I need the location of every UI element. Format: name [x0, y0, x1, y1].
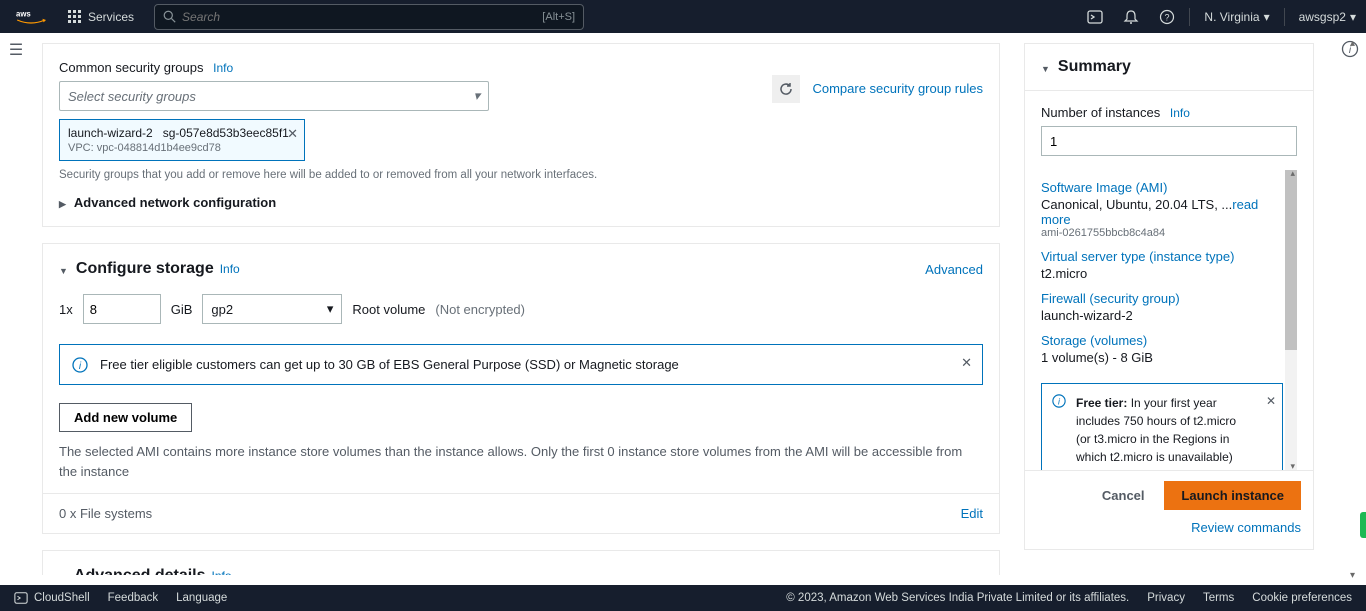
- search-box[interactable]: [Alt+S]: [154, 4, 584, 30]
- advanced-details-title: Advanced details: [74, 567, 206, 575]
- storage-title: Configure storage: [76, 260, 214, 278]
- common-sg-label: Common security groups Info: [59, 60, 983, 75]
- network-panel: Common security groups Info Select secur…: [42, 43, 1000, 227]
- ami-value: Canonical, Ubuntu, 20.04 LTS, ...: [1041, 197, 1232, 212]
- sg-chip: launch-wizard-2 sg-057e8d53b3eec85f1 VPC…: [59, 119, 305, 161]
- caret-right-icon[interactable]: [59, 568, 66, 575]
- caret-right-icon: [59, 195, 66, 210]
- info-icon: i: [1052, 394, 1066, 408]
- ami-label[interactable]: Software Image (AMI): [1041, 180, 1283, 195]
- cookie-link[interactable]: Cookie preferences: [1252, 592, 1352, 604]
- svg-text:i: i: [1058, 397, 1061, 407]
- terms-link[interactable]: Terms: [1203, 592, 1234, 604]
- chevron-down-icon: ▾: [473, 88, 480, 104]
- storage-label[interactable]: Storage (volumes): [1041, 333, 1283, 348]
- info-icon: i: [72, 357, 88, 373]
- search-input[interactable]: [182, 10, 542, 24]
- encrypt-label: (Not encrypted): [435, 302, 525, 317]
- instance-type-label[interactable]: Virtual server type (instance type): [1041, 249, 1283, 264]
- review-commands-link[interactable]: Review commands: [1037, 520, 1301, 535]
- copyright: © 2023, Amazon Web Services India Privat…: [786, 592, 1129, 604]
- file-systems-label: 0 x File systems: [59, 506, 152, 521]
- cancel-button[interactable]: Cancel: [1102, 488, 1145, 503]
- storage-note: The selected AMI contains more instance …: [43, 442, 999, 493]
- summary-scrollbar[interactable]: ▴ ▾: [1285, 170, 1297, 470]
- region-select[interactable]: N. Virginia▾: [1194, 10, 1279, 24]
- summary-title: Summary: [1058, 58, 1131, 76]
- svg-text:aws: aws: [16, 9, 31, 18]
- num-instances-info[interactable]: Info: [1170, 106, 1190, 120]
- sg-helper-text: Security groups that you add or remove h…: [59, 169, 983, 181]
- num-instances-label: Number of instances: [1041, 105, 1160, 120]
- ami-id: ami-0261755bbcb8c4a84: [1041, 227, 1283, 239]
- feedback-link[interactable]: Feedback: [108, 592, 159, 604]
- freetier-close[interactable]: ✕: [1266, 392, 1276, 410]
- sg-chip-name: launch-wizard-2: [68, 126, 153, 140]
- caret-down-icon[interactable]: [59, 261, 68, 277]
- notifications-icon[interactable]: [1113, 9, 1149, 25]
- storage-value: 1 volume(s) - 8 GiB: [1041, 350, 1283, 365]
- firewall-value: launch-wizard-2: [1041, 308, 1283, 323]
- root-volume-label: Root volume: [352, 302, 425, 317]
- account-menu[interactable]: awsgsp2▾: [1289, 10, 1366, 24]
- scroll-down-icon: ▾: [1290, 461, 1295, 470]
- side-panel-toggle[interactable]: ☰: [0, 40, 32, 60]
- refresh-button[interactable]: [772, 75, 800, 103]
- feedback-tab[interactable]: [1360, 512, 1366, 538]
- privacy-link[interactable]: Privacy: [1147, 592, 1185, 604]
- help-icon[interactable]: ?: [1149, 9, 1185, 25]
- storage-qty: 1x: [59, 302, 73, 317]
- sg-chip-id: sg-057e8d53b3eec85f1: [163, 126, 289, 140]
- svg-text:?: ?: [1165, 12, 1170, 22]
- instance-type-value: t2.micro: [1041, 266, 1283, 281]
- svg-text:i: i: [79, 361, 82, 372]
- search-icon: [163, 10, 176, 23]
- sg-select[interactable]: Select security groups ▾: [59, 81, 489, 111]
- footer-bar: CloudShell Feedback Language © 2023, Ama…: [0, 585, 1366, 611]
- summary-panel: Summary Number of instances Info ▴ ▾ Sof…: [1024, 43, 1314, 550]
- caret-down-icon[interactable]: [1041, 59, 1050, 75]
- scroll-up-icon: ▴: [1350, 38, 1355, 49]
- services-button[interactable]: Services: [58, 0, 144, 33]
- advanced-network-toggle[interactable]: Advanced network configuration: [59, 195, 983, 210]
- file-systems-edit[interactable]: Edit: [961, 506, 983, 521]
- launch-instance-button[interactable]: Launch instance: [1164, 481, 1301, 510]
- grid-icon: [68, 10, 82, 24]
- search-shortcut: [Alt+S]: [542, 11, 575, 23]
- alert-close-button[interactable]: ✕: [961, 355, 972, 371]
- remove-sg-button[interactable]: ✕: [287, 126, 298, 142]
- scroll-up-icon: ▴: [1290, 170, 1295, 179]
- cloudshell-top-icon[interactable]: [1077, 9, 1113, 25]
- chevron-down-icon: ▾: [327, 301, 334, 317]
- sg-chip-vpc: VPC: vpc-048814d1b4ee9cd78: [68, 142, 296, 154]
- services-label: Services: [88, 10, 134, 24]
- firewall-label[interactable]: Firewall (security group): [1041, 291, 1283, 306]
- scroll-down-icon: ▾: [1350, 570, 1355, 581]
- cloudshell-button[interactable]: CloudShell: [14, 591, 90, 605]
- page-scrollbar[interactable]: ▴ ▾: [1350, 38, 1364, 581]
- advanced-details-info[interactable]: Info: [212, 569, 232, 575]
- aws-logo[interactable]: aws: [16, 9, 46, 25]
- chevron-down-icon: ▾: [1350, 10, 1356, 24]
- storage-unit: GiB: [171, 302, 193, 317]
- storage-advanced-link[interactable]: Advanced: [925, 262, 983, 277]
- hamburger-icon: ☰: [9, 40, 23, 60]
- sg-info-link[interactable]: Info: [213, 61, 233, 75]
- storage-size-input[interactable]: [83, 294, 161, 324]
- storage-info-link[interactable]: Info: [220, 262, 240, 276]
- freetier-alert: i ✕ Free tier: In your first year includ…: [1041, 383, 1283, 470]
- add-volume-button[interactable]: Add new volume: [59, 403, 192, 432]
- storage-panel: Configure storage Info Advanced 1x GiB g…: [42, 243, 1000, 534]
- num-instances-input[interactable]: [1041, 126, 1297, 156]
- top-nav: aws Services [Alt+S] ? N. Virginia▾ awsg…: [0, 0, 1366, 33]
- compare-sg-link[interactable]: Compare security group rules: [812, 81, 983, 98]
- storage-type-select[interactable]: gp2 ▾: [202, 294, 342, 324]
- chevron-down-icon: ▾: [1264, 10, 1270, 24]
- language-link[interactable]: Language: [176, 592, 227, 604]
- freetier-bold: Free tier:: [1076, 396, 1127, 410]
- storage-freetier-alert: i Free tier eligible customers can get u…: [59, 344, 983, 385]
- advanced-details-panel: Advanced details Info: [42, 550, 1000, 575]
